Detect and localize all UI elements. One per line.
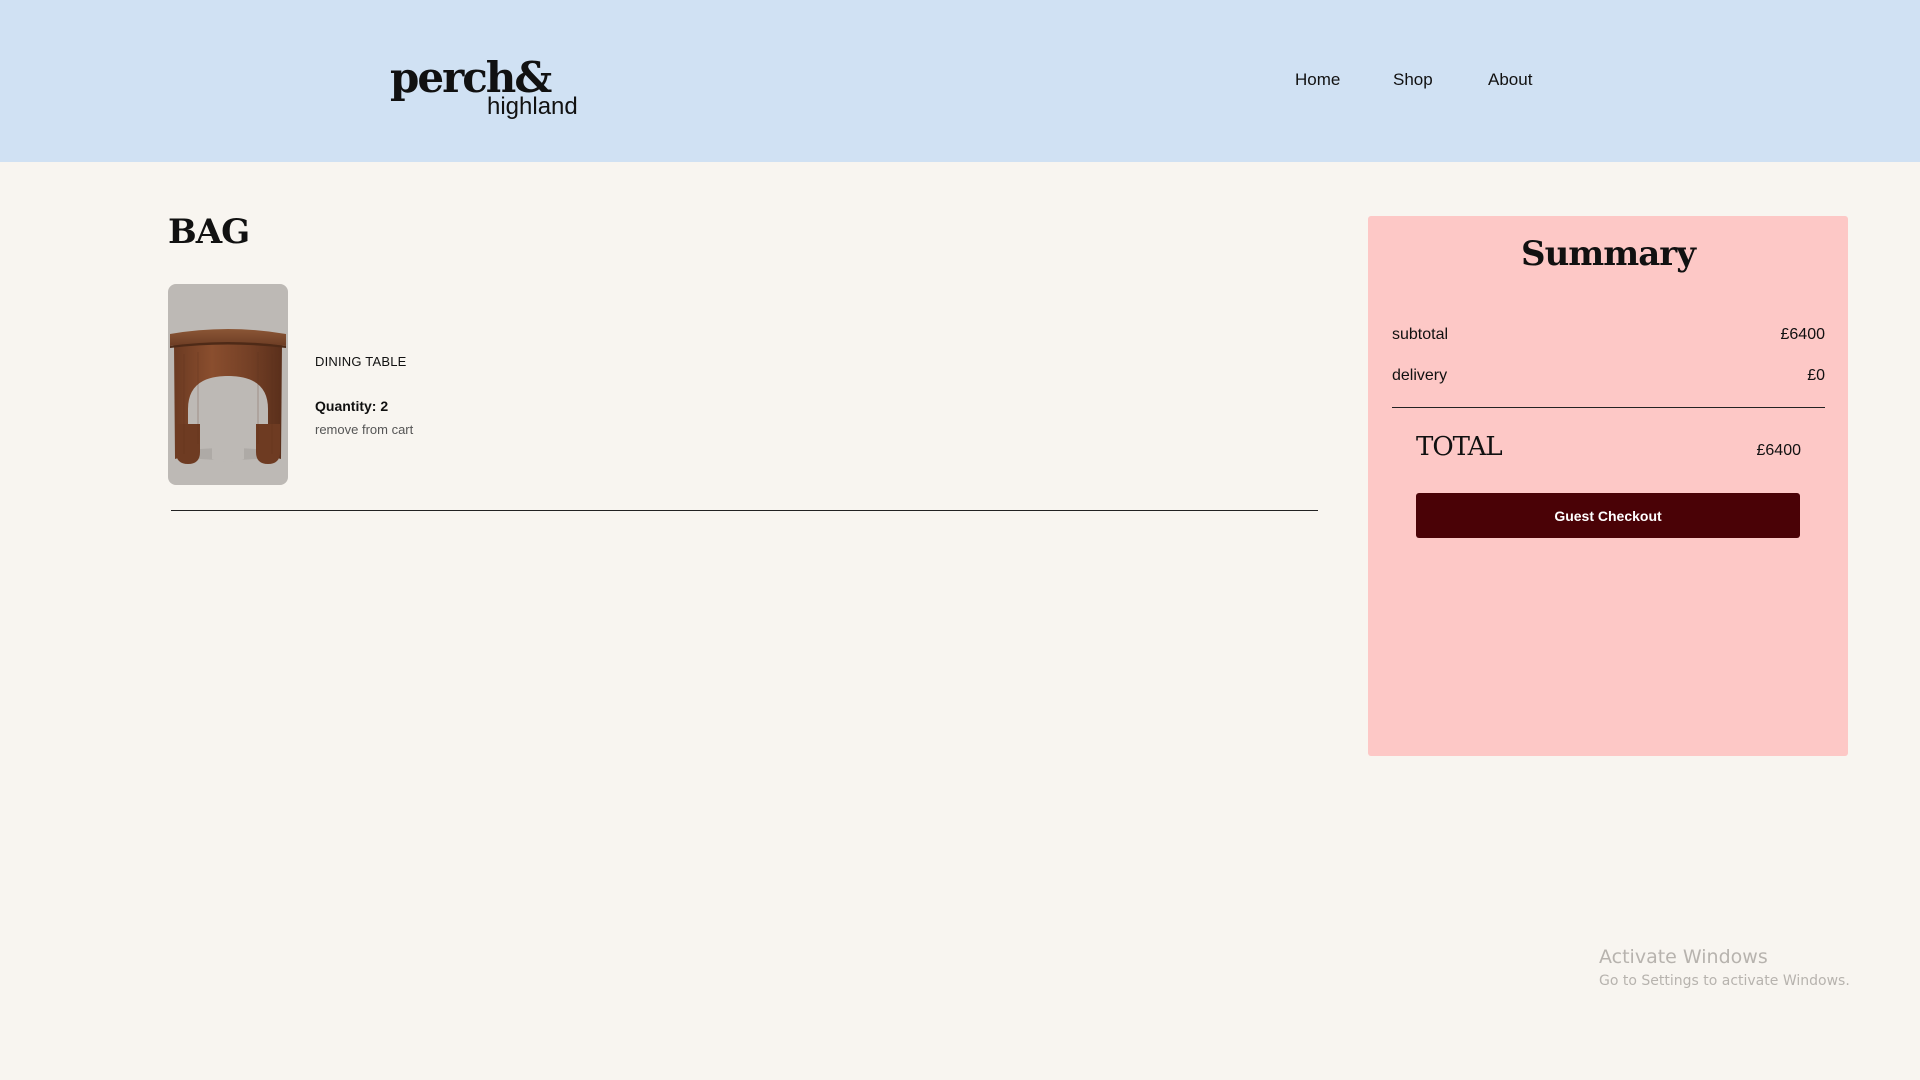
- total-value: £6400: [1756, 442, 1802, 459]
- wooden-stool-icon: [170, 329, 286, 464]
- bag-title: BAG: [168, 212, 250, 252]
- nav-link-about[interactable]: About: [1488, 70, 1532, 90]
- product-name: DINING TABLE: [315, 354, 407, 369]
- total-label: TOTAL: [1416, 432, 1503, 462]
- product-image[interactable]: [168, 284, 288, 485]
- subtotal-label: subtotal: [1392, 326, 1449, 343]
- site-header: perch& highland Home Shop About: [0, 0, 1920, 162]
- remove-from-cart-link[interactable]: remove from cart: [315, 422, 413, 437]
- guest-checkout-button[interactable]: Guest Checkout: [1416, 493, 1800, 538]
- order-summary-panel: Summary subtotal £6400 delivery £0 TOTAL…: [1368, 216, 1848, 756]
- summary-title: Summary: [1521, 234, 1696, 274]
- activate-windows-subtitle: Go to Settings to activate Windows.: [1599, 973, 1850, 989]
- delivery-label: delivery: [1392, 367, 1448, 384]
- nav-link-shop[interactable]: Shop: [1393, 70, 1433, 90]
- site-logo[interactable]: perch& highland: [390, 54, 590, 124]
- activate-windows-title: Activate Windows: [1599, 946, 1768, 968]
- logo-subtitle: highland: [487, 93, 578, 120]
- summary-divider: [1392, 407, 1825, 408]
- delivery-value: £0: [1807, 367, 1825, 384]
- nav-link-home[interactable]: Home: [1295, 70, 1340, 90]
- subtotal-value: £6400: [1780, 326, 1826, 343]
- product-quantity: Quantity: 2: [315, 398, 389, 414]
- bag-divider: [171, 510, 1318, 511]
